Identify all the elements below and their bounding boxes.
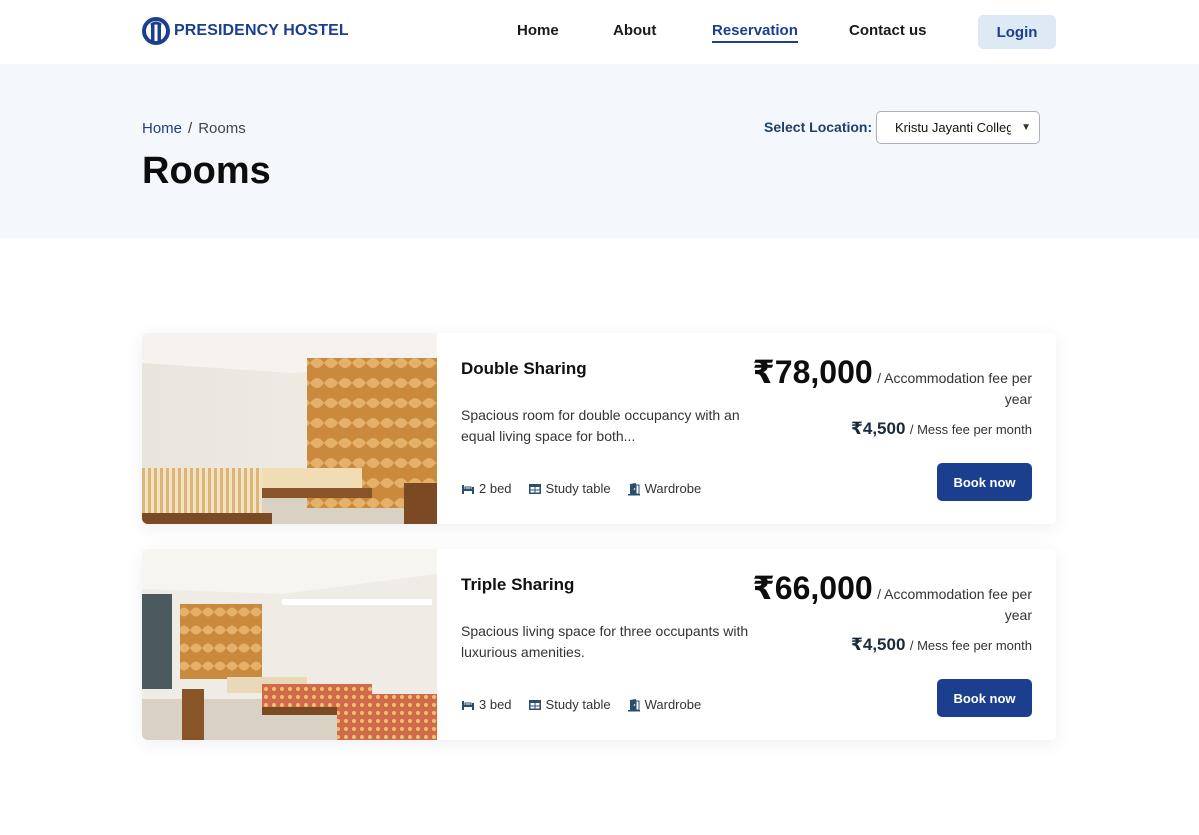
room-description: Spacious living space for three occupant… <box>461 623 749 660</box>
room-name: Triple Sharing <box>461 575 575 594</box>
location-selected-value: Kristu Jayanti College <box>895 120 1011 135</box>
amenity-beds: 3 bed <box>461 697 512 712</box>
breadcrumb-separator: / <box>188 120 193 137</box>
login-button[interactable]: Login <box>978 15 1056 49</box>
amenities-list: 3 bed Study table Wardrobe <box>461 697 701 712</box>
chevron-down-icon: ▼ <box>1021 122 1031 133</box>
room-photo <box>142 549 437 740</box>
book-now-button[interactable]: Book now <box>937 679 1032 717</box>
site-header: PRESIDENCY HOSTEL Home About Reservation… <box>0 0 1199 64</box>
amenity-table-label: Study table <box>545 697 611 712</box>
room-card: Double Sharing Spacious room for double … <box>142 333 1056 524</box>
nav-reservation[interactable]: Reservation <box>712 22 798 43</box>
amenity-beds: 2 bed <box>461 481 512 496</box>
amenity-table: Study table <box>528 697 611 712</box>
mess-fee-unit: / Mess fee per month <box>909 638 1032 653</box>
room-card: Triple Sharing Spacious living space for… <box>142 549 1056 740</box>
mess-price: ₹4,500 / Mess fee per month <box>851 419 1032 439</box>
breadcrumb: Home / Rooms <box>142 120 246 137</box>
amenity-beds-label: 3 bed <box>479 697 512 712</box>
nav-contact[interactable]: Contact us <box>849 22 927 39</box>
breadcrumb-current: Rooms <box>198 120 246 137</box>
room-description: Spacious room for double occupancy with … <box>461 407 740 444</box>
mess-price: ₹4,500 / Mess fee per month <box>851 635 1032 655</box>
mess-fee: ₹4,500 <box>851 635 906 654</box>
nav-about[interactable]: About <box>613 22 656 39</box>
brand-logo[interactable]: PRESIDENCY HOSTEL <box>142 17 349 45</box>
page-title: Rooms <box>142 150 271 192</box>
amenity-wardrobe-label: Wardrobe <box>644 697 702 712</box>
amenity-table: Study table <box>528 481 611 496</box>
accommodation-fee-unit: / Accommodation fee per year <box>877 370 1032 407</box>
location-label: Select Location: <box>764 119 873 135</box>
page-hero: Home / Rooms Rooms Select Location: Kris… <box>0 64 1199 238</box>
mess-fee: ₹4,500 <box>851 419 906 438</box>
book-now-button[interactable]: Book now <box>937 463 1032 501</box>
nav-home[interactable]: Home <box>517 22 559 39</box>
breadcrumb-home-link[interactable]: Home <box>142 120 182 137</box>
wardrobe-icon <box>627 482 640 495</box>
brand-name: PRESIDENCY HOSTEL <box>174 22 349 39</box>
logo-icon <box>142 17 170 45</box>
location-select[interactable]: Kristu Jayanti College ▼ <box>876 111 1040 144</box>
accommodation-fee-unit: / Accommodation fee per year <box>877 586 1032 623</box>
accommodation-fee: ₹66,000 <box>752 570 873 606</box>
room-name: Double Sharing <box>461 359 587 378</box>
amenity-wardrobe: Wardrobe <box>627 481 702 496</box>
amenities-list: 2 bed Study table Wardrobe <box>461 481 701 496</box>
amenity-wardrobe: Wardrobe <box>627 697 702 712</box>
amenity-wardrobe-label: Wardrobe <box>644 481 702 496</box>
bed-icon <box>462 484 474 494</box>
bed-icon <box>462 700 474 710</box>
accommodation-fee: ₹78,000 <box>752 354 873 390</box>
study-table-icon <box>528 483 541 494</box>
accommodation-price: ₹78,000 / Accommodation fee per year <box>742 353 1032 409</box>
room-photo <box>142 333 437 524</box>
accommodation-price: ₹66,000 / Accommodation fee per year <box>742 569 1032 625</box>
mess-fee-unit: / Mess fee per month <box>909 422 1032 437</box>
wardrobe-icon <box>627 698 640 711</box>
study-table-icon <box>528 699 541 710</box>
amenity-table-label: Study table <box>545 481 611 496</box>
amenity-beds-label: 2 bed <box>479 481 512 496</box>
